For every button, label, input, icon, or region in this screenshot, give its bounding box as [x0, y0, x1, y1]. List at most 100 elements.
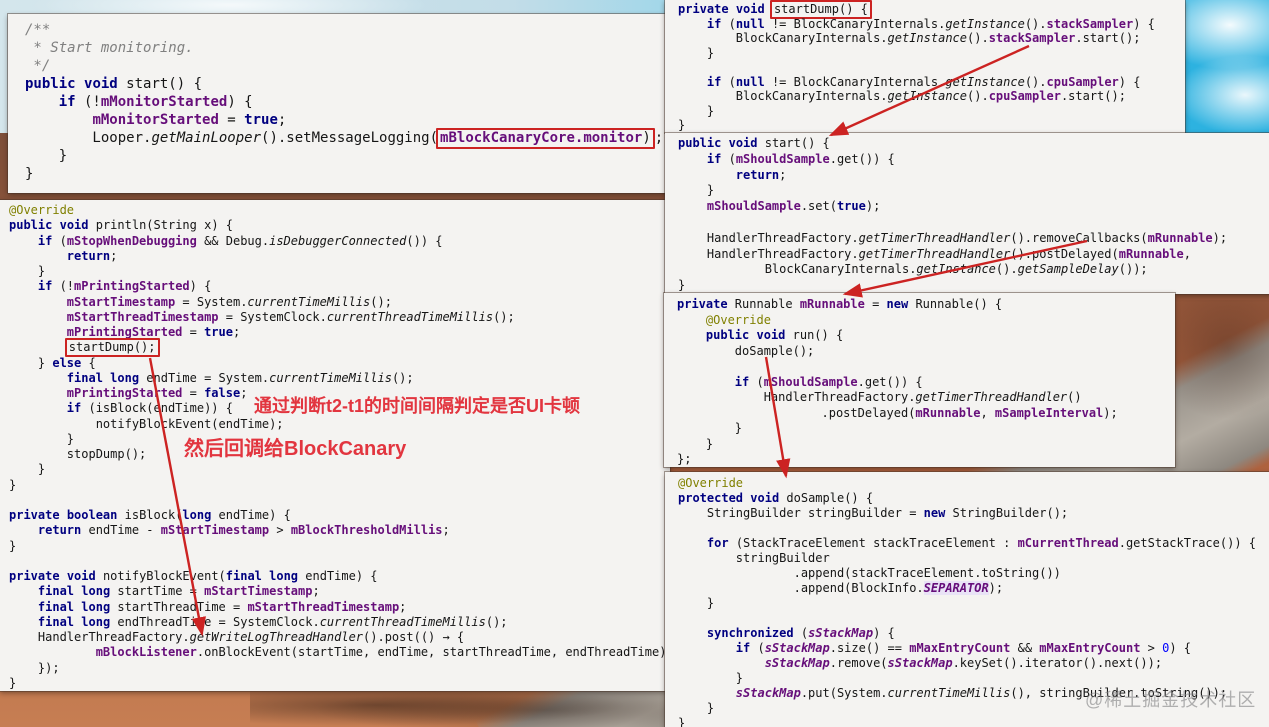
code-token: .start(); [1060, 89, 1126, 103]
code-token: final [37, 599, 75, 614]
code-token: mBlockListener [95, 645, 197, 660]
code-token: (); [391, 370, 414, 385]
code-token: mRunnable [915, 405, 981, 420]
code-token: long [182, 508, 212, 522]
code-token: ; [277, 112, 287, 128]
code-token: } [9, 477, 17, 492]
code-token: mBlockCanaryCore.monitor [440, 130, 643, 146]
code-token: (! [75, 94, 101, 110]
code-token: notifyBlockEvent( [95, 569, 226, 583]
code-token: = [182, 325, 205, 339]
code-token: return [735, 167, 780, 182]
code-token: final [225, 569, 262, 583]
code-token: startDump() { [773, 2, 868, 16]
code-token: != BlockCanaryInternals. [764, 16, 946, 31]
code-line: } [9, 462, 670, 477]
code-token: endTime) { [298, 569, 378, 583]
code-token: sStackMap [764, 656, 830, 670]
code-token: , [980, 405, 995, 420]
code-token: run() { [785, 328, 844, 342]
code-line: if (!mMonitorStarted) { [25, 93, 680, 111]
code-token: sStackMap [764, 641, 830, 655]
code-token: } [9, 538, 17, 553]
code-line: @Override [677, 313, 1175, 329]
code-line: private boolean isBlock(long endTime) { [9, 508, 670, 523]
code-token: ( [721, 151, 736, 166]
code-token: if [58, 94, 76, 110]
code-token: endThreadTime = SystemClock. [110, 614, 320, 629]
code-token: null [735, 16, 765, 31]
code-token: getInstance [887, 89, 967, 103]
code-token: ().post(() → { [363, 630, 465, 644]
code-token: } [677, 421, 743, 435]
code-token: public [678, 136, 722, 150]
code-line: Looper.getMainLooper().setMessageLogging… [25, 128, 680, 149]
code-line: StringBuilder stringBuilder = new String… [678, 506, 1269, 521]
code-token: (StackTraceElement stackTraceElement : [728, 536, 1018, 550]
code-token: doSample() { [779, 491, 874, 505]
highlight-box: startDump(); [64, 338, 160, 358]
code-token: HandlerThreadFactory. [678, 230, 859, 245]
code-token: .set( [800, 199, 837, 214]
code-line: mShouldSample.set(true); [678, 199, 1269, 215]
code-token: mStartTimestamp [66, 294, 176, 309]
code-token: currentTimeMillis [247, 294, 371, 309]
code-token: ) { [189, 279, 212, 294]
code-token: ) [642, 130, 651, 146]
code-token: (! [52, 279, 75, 294]
code-token: }; [677, 452, 692, 466]
code-token: getInstance [916, 262, 996, 277]
code-token: } [678, 103, 715, 118]
code-token: } [678, 671, 744, 685]
code-line: .postDelayed(mRunnable, mSampleInterval)… [677, 406, 1175, 422]
code-line: * Start monitoring. [25, 39, 680, 57]
code-token: null [735, 74, 765, 89]
code-token: .size() == [829, 641, 910, 655]
code-token: .get()) { [829, 151, 895, 166]
code-token: getTimerThreadHandler [858, 246, 1011, 261]
code-token: new [923, 506, 946, 520]
code-token: currentThreadTimeMillis [326, 309, 494, 324]
code-token: endTime = System. [139, 370, 270, 385]
code-token: if [734, 374, 750, 389]
code-token: currentTimeMillis [887, 686, 1011, 700]
code-line: } [9, 539, 670, 554]
code-token: println(String x) { [88, 218, 233, 233]
code-token: mMaxEntryCount [909, 641, 1011, 655]
code-token: if [706, 16, 722, 31]
juejin-watermark: @稀土掘金技术社区 [1085, 690, 1257, 710]
code-token: mSampleInterval [994, 405, 1104, 420]
code-token: mStartTimestamp [160, 523, 270, 538]
code-token: getInstance [945, 74, 1025, 89]
screenshot-stage: /** * Start monitoring. */public void st… [0, 0, 1269, 727]
code-token: ().removeCallbacks( [1010, 230, 1148, 245]
code-token: && Debug. [196, 233, 270, 248]
code-line: } [9, 676, 670, 691]
code-token: public [9, 218, 53, 233]
code-token: getSampleDelay [1017, 262, 1119, 277]
code-token: } [677, 436, 714, 451]
code-token: mRunnable [1118, 246, 1184, 261]
code-token: ; [654, 130, 664, 146]
code-line: if (mStopWhenDebugging && Debug.isDebugg… [9, 234, 670, 249]
code-token: true [244, 112, 278, 128]
code-token: && [1010, 641, 1040, 655]
code-token: = SystemClock. [218, 309, 327, 324]
annotation-note-block-check: 通过判断t2-t1的时间间隔判定是否UI卡顿 [254, 396, 581, 416]
code-token: > [269, 523, 291, 538]
code-token: (). [995, 262, 1018, 277]
code-token: cpuSampler [1046, 74, 1119, 89]
code-token: long [110, 370, 140, 385]
code-token: mPrintingStarted [66, 325, 183, 339]
